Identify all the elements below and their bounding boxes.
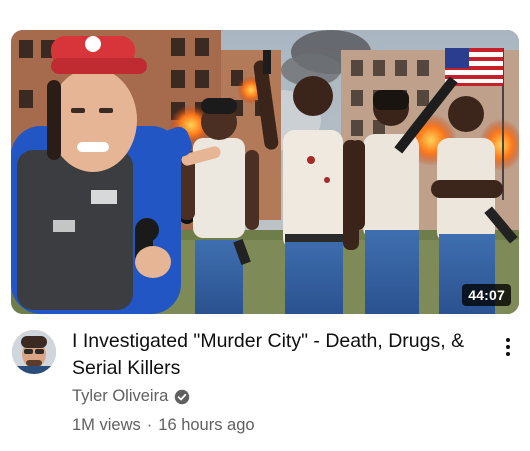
- meta-separator: ·: [146, 416, 153, 434]
- video-thumbnail[interactable]: 44:07: [11, 30, 519, 314]
- video-card[interactable]: 44:07 I Investigated "Murder City" - Dea…: [0, 0, 530, 451]
- channel-row: Tyler Oliveira: [72, 387, 190, 406]
- more-options-button[interactable]: [494, 332, 522, 362]
- channel-avatar[interactable]: [12, 330, 56, 374]
- more-vert-icon: [506, 338, 510, 342]
- channel-name[interactable]: Tyler Oliveira: [72, 387, 168, 406]
- video-title[interactable]: I Investigated "Murder City" - Death, Dr…: [72, 328, 482, 382]
- verified-check-icon: [175, 389, 190, 404]
- avatar-icon: [12, 330, 56, 374]
- view-count: 1M views: [72, 416, 141, 434]
- video-meta: 1M views · 16 hours ago: [72, 416, 255, 435]
- upload-age: 16 hours ago: [158, 416, 255, 434]
- thumbnail-image: [11, 30, 519, 314]
- video-duration-badge: 44:07: [462, 284, 511, 306]
